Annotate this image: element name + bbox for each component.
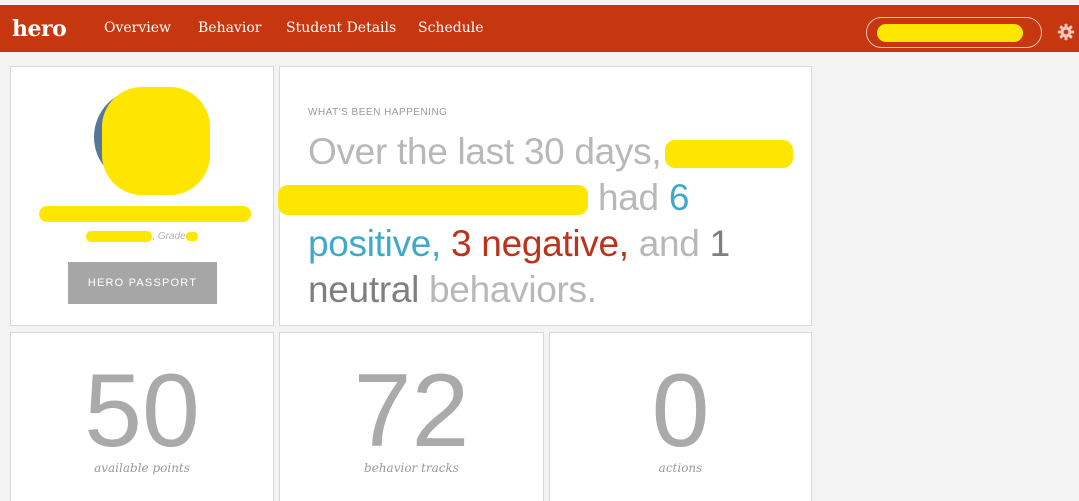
hero-passport-button[interactable]: HERO PASSPORT xyxy=(68,262,217,304)
neutral-count[interactable]: 1 xyxy=(710,223,731,264)
negative-count[interactable]: 3 xyxy=(451,223,472,264)
gear-icon[interactable] xyxy=(1057,23,1075,41)
neutral-word[interactable]: neutral xyxy=(308,269,419,310)
user-pill[interactable] xyxy=(866,17,1042,48)
grade-row: , Grade xyxy=(11,231,273,242)
hero-logo[interactable]: hero xyxy=(12,16,67,42)
redaction-mark xyxy=(665,140,794,169)
actions-value: 0 xyxy=(651,353,710,469)
available-points-value: 50 xyxy=(84,353,200,469)
top-nav-bar: hero Overview Behavior Student Details S… xyxy=(0,5,1079,52)
actions-label: actions xyxy=(658,461,703,475)
redaction-mark xyxy=(86,231,153,242)
happening-card: WHAT'S BEEN HAPPENING Over the last 30 d… xyxy=(278,66,812,326)
positive-count[interactable]: 6 xyxy=(669,177,690,218)
redaction-mark xyxy=(877,24,1023,42)
happening-kicker: WHAT'S BEEN HAPPENING xyxy=(308,107,448,118)
stat-card-actions[interactable]: 0 actions xyxy=(549,332,812,501)
behavior-tracks-label: behavior tracks xyxy=(364,461,459,475)
nav-overview[interactable]: Overview xyxy=(104,20,171,36)
grade-label: , Grade xyxy=(152,231,186,243)
summary-and: and xyxy=(638,223,700,264)
available-points-label: available points xyxy=(94,461,190,475)
stat-card-behavior-tracks[interactable]: 72 behavior tracks xyxy=(279,332,544,501)
nav-student-details[interactable]: Student Details xyxy=(286,20,396,36)
redaction-mark xyxy=(278,185,588,216)
redaction-mark xyxy=(185,232,198,241)
negative-word[interactable]: negative, xyxy=(481,223,629,264)
behavior-summary: Over the last 30 days, had 6 positive, 3… xyxy=(278,129,808,313)
stat-card-points[interactable]: 50 available points xyxy=(10,332,274,501)
summary-intro: Over the last 30 days, xyxy=(308,131,662,172)
nav-schedule[interactable]: Schedule xyxy=(418,20,483,36)
redaction-mark xyxy=(39,206,251,222)
summary-had: had xyxy=(597,177,659,218)
profile-card: , Grade HERO PASSPORT xyxy=(10,66,274,326)
summary-behaviors: behaviors. xyxy=(429,269,597,310)
nav-behavior[interactable]: Behavior xyxy=(198,20,261,36)
redaction-mark xyxy=(102,87,210,195)
behavior-tracks-value: 72 xyxy=(353,353,470,469)
positive-word[interactable]: positive, xyxy=(308,223,441,264)
